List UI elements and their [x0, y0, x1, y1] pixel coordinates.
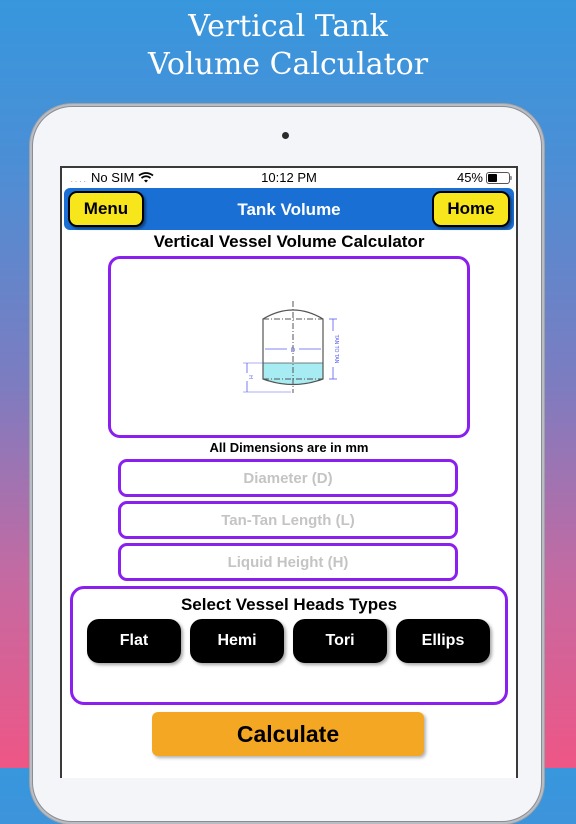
app-screen: ․․․․ No SIM 10:12 PM 45% Menu Tank Volum… — [60, 166, 518, 778]
promo-title-line1: Vertical Tank — [188, 9, 388, 44]
vessel-heads-title: Select Vessel Heads Types — [180, 595, 398, 614]
promo-title: Vertical Tank Volume Calculator — [0, 8, 576, 84]
home-button[interactable]: Home — [432, 191, 510, 227]
navigation-bar: Menu Tank Volume Home — [64, 188, 514, 230]
battery-percent: 45% — [456, 170, 483, 185]
vessel-diagram-svg: D TAN TO TAN H — [243, 301, 339, 393]
battery-icon — [486, 171, 512, 184]
battery-status: 45% — [456, 170, 512, 185]
tan-to-tan-label: TAN TO TAN — [333, 335, 339, 364]
head-tori-button[interactable]: Tori — [293, 619, 387, 663]
liquid-height-input[interactable] — [118, 543, 458, 581]
head-flat-button[interactable]: Flat — [87, 619, 181, 663]
camera-dot — [282, 132, 289, 139]
head-hemi-button[interactable]: Hemi — [190, 619, 284, 663]
clock: 10:12 PM — [261, 170, 317, 185]
units-note: All Dimensions are in mm — [209, 440, 369, 455]
diameter-label: D — [291, 348, 296, 354]
head-ellips-button[interactable]: Ellips — [396, 619, 490, 663]
calculate-button[interactable]: Calculate — [152, 712, 424, 756]
tan-tan-length-input[interactable] — [118, 501, 458, 539]
battery-fill — [488, 173, 497, 182]
vessel-diagram: D TAN TO TAN H — [108, 256, 470, 438]
diameter-input[interactable] — [118, 459, 458, 497]
height-label: H — [247, 375, 253, 379]
promo-title-line2: Volume Calculator — [147, 47, 429, 82]
page-title: Vertical Vessel Volume Calculator — [153, 232, 425, 251]
status-bar: ․․․․ No SIM 10:12 PM 45% — [62, 168, 516, 188]
vessel-heads-panel: Select Vessel Heads Types Flat Hemi Tori… — [70, 586, 508, 705]
